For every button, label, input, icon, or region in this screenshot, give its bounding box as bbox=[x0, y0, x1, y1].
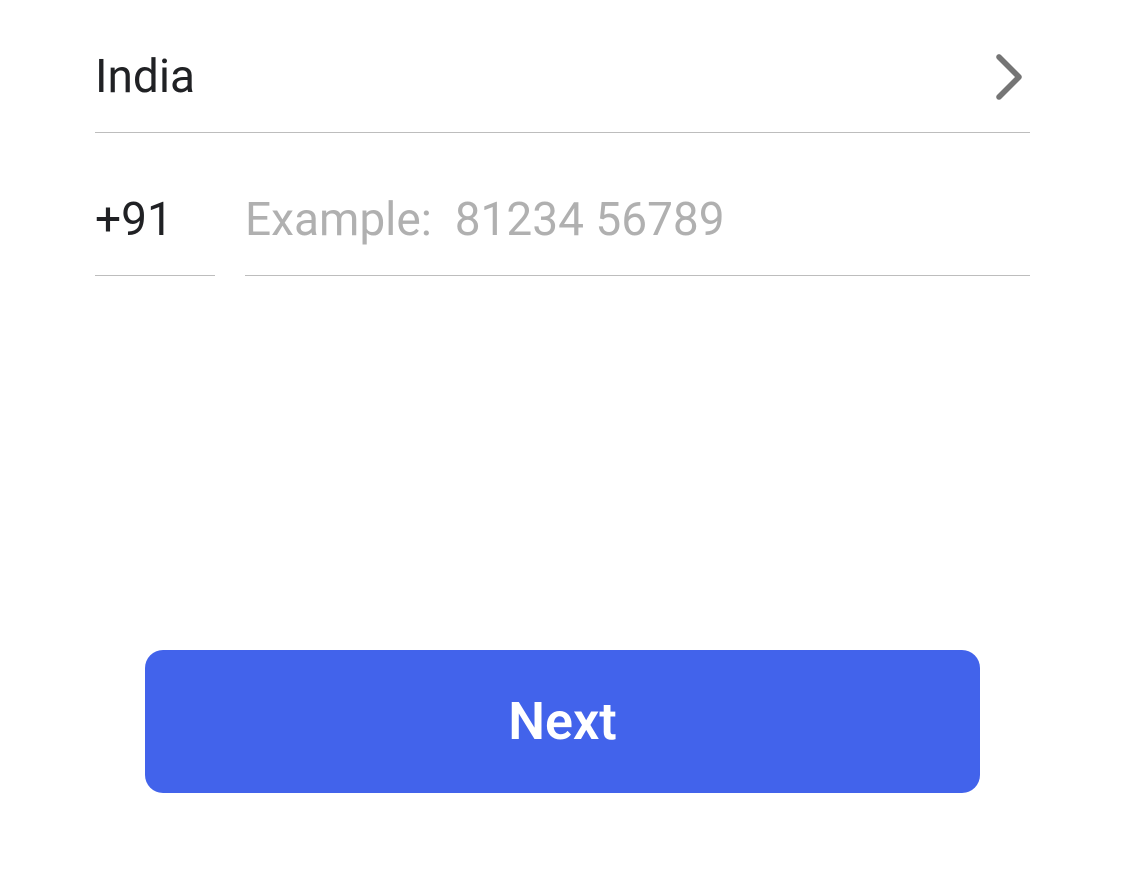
next-button[interactable]: Next bbox=[145, 650, 980, 793]
phone-entry-screen: India +91 Next bbox=[0, 0, 1125, 883]
country-code-field[interactable]: +91 bbox=[95, 193, 215, 276]
phone-input-row: +91 bbox=[95, 193, 1030, 276]
country-selector[interactable]: India bbox=[95, 50, 1030, 133]
phone-number-input[interactable] bbox=[245, 193, 1030, 276]
country-selected-label: India bbox=[95, 50, 195, 104]
chevron-right-icon bbox=[993, 52, 1030, 102]
